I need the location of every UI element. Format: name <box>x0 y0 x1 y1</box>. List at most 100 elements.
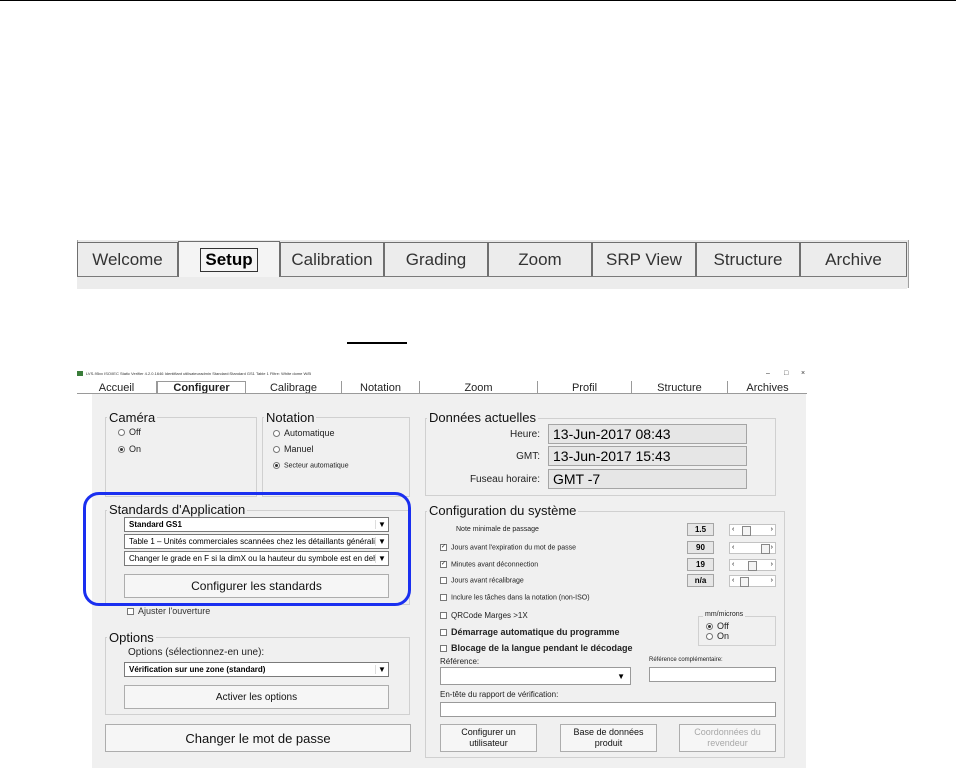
report-header-label: En-tête du rapport de vérification: <box>440 690 559 699</box>
units-off-radio[interactable]: Off <box>706 621 729 631</box>
close-icon[interactable]: × <box>801 370 805 377</box>
language-lock-checkbox[interactable]: Blocage de la langue pendant le décodage <box>440 643 633 653</box>
adjust-aperture-label: Ajuster l'ouverture <box>138 606 211 616</box>
tab-strip-base <box>77 276 907 289</box>
notation-sector-radio[interactable]: Secteur automatique <box>273 462 349 469</box>
checkbox-icon <box>127 608 134 616</box>
app-tab-profil-label: Profil <box>571 381 598 394</box>
include-tasks-label: Inclure les tâches dans la notation (non… <box>451 594 590 602</box>
checkbox-icon <box>440 594 447 601</box>
pwd-expiry-label: Jours avant l'expiration du mot de passe <box>451 544 577 552</box>
min-grade-label: Note minimale de passage <box>456 526 539 533</box>
pwd-expiry-checkbox[interactable]: ✓ Jours avant l'expiration du mot de pass… <box>440 544 576 551</box>
include-tasks-checkbox[interactable]: Inclure les tâches dans la notation (non… <box>440 594 590 601</box>
slider-right-icon: › <box>770 577 773 584</box>
autostart-label: Démarrage automatique du programme <box>451 627 620 637</box>
tab-setup[interactable]: Setup <box>178 241 280 277</box>
minimize-icon[interactable]: – <box>766 370 770 377</box>
camera-on-radio[interactable]: On <box>118 444 141 454</box>
reseller-info-button: Coordonnées du revendeur <box>679 724 776 752</box>
camera-on-label: On <box>129 444 142 454</box>
pwd-expiry-value: 90 <box>687 541 714 554</box>
options-label: Options (sélectionnez-en une): <box>128 647 265 658</box>
tab-zoom-label: Zoom <box>518 249 562 269</box>
recalibration-checkbox[interactable]: Jours avant récalibrage <box>440 577 524 584</box>
autostart-checkbox[interactable]: Démarrage automatique du programme <box>440 627 620 637</box>
slider-thumb[interactable] <box>748 561 757 571</box>
camera-off-radio[interactable]: Off <box>118 427 141 437</box>
maximize-icon[interactable]: □ <box>784 370 788 377</box>
app-tab-zoom-label: Zoom <box>464 381 493 394</box>
qr-margins-checkbox[interactable]: QRCode Marges >1X <box>440 611 528 620</box>
notation-manual-radio[interactable]: Manuel <box>273 444 314 454</box>
additional-reference-label: Référence complémentaire: <box>649 657 723 663</box>
slider-left-icon: ‹ <box>732 526 735 533</box>
change-password-button[interactable]: Changer le mot de passe <box>105 724 411 752</box>
camera-off-label: Off <box>129 427 141 437</box>
timezone-label: Fuseau horaire: <box>469 474 540 485</box>
app-tab-archives-label: Archives <box>746 381 789 394</box>
timezone-value: GMT -7 <box>548 469 747 489</box>
logout-minutes-checkbox[interactable]: ✓ Minutes avant déconnection <box>440 561 538 568</box>
notation-auto-radio[interactable]: Automatique <box>273 428 335 438</box>
radio-icon <box>273 430 280 438</box>
tab-structure-label: Structure <box>713 249 783 269</box>
app-tab-accueil-label: Accueil <box>98 381 135 394</box>
min-grade-slider[interactable]: ‹ › <box>729 524 776 536</box>
tab-zoom[interactable]: Zoom <box>488 242 592 276</box>
tab-welcome[interactable]: Welcome <box>77 242 178 276</box>
logout-minutes-value: 19 <box>687 558 714 571</box>
tab-structure[interactable]: Structure <box>696 242 800 276</box>
slider-left-icon: ‹ <box>732 577 735 584</box>
tab-srp-view[interactable]: SRP View <box>592 242 696 276</box>
slider-left-icon: ‹ <box>732 561 735 568</box>
units-on-label: On <box>717 631 730 641</box>
radio-icon <box>273 446 280 454</box>
slider-thumb[interactable] <box>761 544 770 554</box>
notation-manual-label: Manuel <box>284 444 314 454</box>
product-database-button[interactable]: Base de données produit <box>560 724 657 752</box>
highlight-outline <box>83 492 411 606</box>
window-title: LVS-95xx ISO/IEC Static Verifier 4.2.0.1… <box>86 371 312 376</box>
checkbox-icon <box>440 612 447 620</box>
checkbox-checked-icon: ✓ <box>440 561 447 568</box>
current-data-title: Données actuelles <box>427 410 538 425</box>
notation-sector-label: Secteur automatique <box>284 462 349 470</box>
slider-right-icon: › <box>770 526 773 533</box>
adjust-aperture-checkbox[interactable]: Ajuster l'ouverture <box>127 606 210 616</box>
radio-selected-icon <box>118 446 125 454</box>
slider-right-icon: › <box>770 544 773 551</box>
top-rule <box>0 0 956 1</box>
tab-grading[interactable]: Grading <box>384 242 488 276</box>
logout-minutes-label: Minutes avant déconnection <box>451 561 539 569</box>
camera-title: Caméra <box>107 410 158 425</box>
radio-selected-icon <box>706 623 713 631</box>
tab-archive[interactable]: Archive <box>800 242 907 276</box>
underline-mark <box>347 342 407 344</box>
units-on-radio[interactable]: On <box>706 631 729 641</box>
slider-right-icon: › <box>770 561 773 568</box>
chevron-down-icon: ▼ <box>617 672 625 681</box>
gmt-label: GMT: <box>516 451 540 462</box>
recalibration-value: n/a <box>687 574 714 587</box>
pwd-expiry-slider[interactable]: ‹ › <box>729 542 776 554</box>
report-header-input[interactable] <box>440 702 776 717</box>
tab-calibration[interactable]: Calibration <box>280 242 384 276</box>
units-title: mm/microns <box>703 611 746 618</box>
additional-reference-input[interactable] <box>649 667 776 682</box>
tab-setup-label: Setup <box>200 247 258 272</box>
language-lock-label: Blocage de la langue pendant le décodage <box>451 643 633 653</box>
recalibration-slider[interactable]: ‹ › <box>729 575 776 587</box>
slider-thumb[interactable] <box>740 577 749 587</box>
reference-select[interactable]: ▼ <box>440 667 631 685</box>
options-select[interactable]: Vérification sur une zone (standard) ▼ <box>124 662 389 677</box>
notation-auto-label: Automatique <box>284 428 335 438</box>
tab-welcome-label: Welcome <box>92 249 163 269</box>
configure-user-button[interactable]: Configurer un utilisateur <box>440 724 537 752</box>
slider-thumb[interactable] <box>742 526 751 536</box>
radio-icon <box>706 633 713 641</box>
heure-label: Heure: <box>509 429 540 440</box>
activate-options-button[interactable]: Activer les options <box>124 685 389 709</box>
reference-label: Référence: <box>440 657 480 666</box>
logout-minutes-slider[interactable]: ‹ › <box>729 559 776 571</box>
